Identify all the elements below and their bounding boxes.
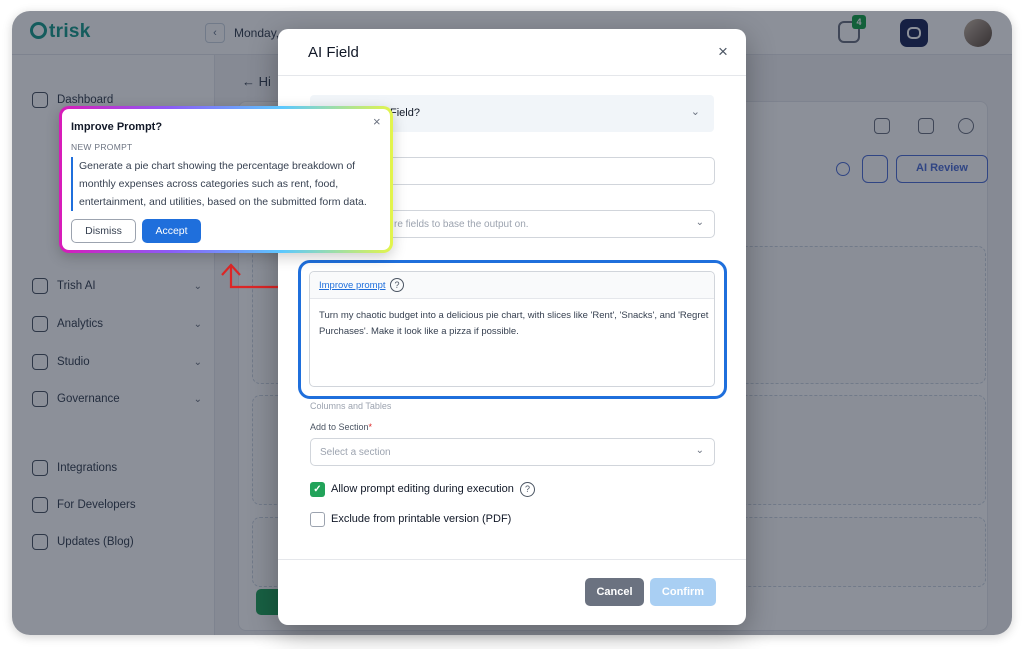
accept-button[interactable]: Accept <box>142 219 201 243</box>
section-placeholder: Select a section <box>320 447 391 458</box>
prompt-toolbar: Improve prompt ? <box>310 272 714 299</box>
help-icon[interactable]: ? <box>520 482 535 497</box>
required-marker: * <box>368 422 373 432</box>
columns-tables-label: Columns and Tables <box>310 401 392 411</box>
help-icon[interactable]: ? <box>390 278 404 292</box>
exclude-pdf-label: Exclude from printable version (PDF) <box>331 513 512 525</box>
allow-editing-checkbox[interactable]: ✓ <box>310 482 325 497</box>
section-label: Add to Section* <box>310 422 373 432</box>
section-select[interactable]: Select a section ⌄ <box>310 438 715 466</box>
improve-prompt-link[interactable]: Improve prompt <box>319 280 386 291</box>
source-fields-placeholder: re fields to base the output on. <box>394 219 529 230</box>
popover-title: Improve Prompt? <box>71 121 163 133</box>
prompt-editor[interactable]: Improve prompt ? Turn my chaotic budget … <box>309 271 715 387</box>
chevron-down-icon: ⌄ <box>695 217 704 228</box>
allow-editing-label: Allow prompt editing during execution <box>331 483 514 495</box>
modal-footer-divider <box>278 559 746 560</box>
improve-prompt-popover: Improve Prompt? × NEW PROMPT Generate a … <box>59 106 393 253</box>
exclude-pdf-checkbox[interactable] <box>310 512 325 527</box>
accordion-label: Field? <box>390 107 420 119</box>
modal-header: AI Field × <box>278 29 746 76</box>
chevron-down-icon: ⌄ <box>695 445 704 456</box>
dismiss-button[interactable]: Dismiss <box>71 219 136 243</box>
cancel-button[interactable]: Cancel <box>585 578 644 606</box>
close-icon[interactable]: × <box>373 114 381 129</box>
confirm-button[interactable]: Confirm <box>650 578 716 606</box>
chevron-down-icon: ⌄ <box>690 106 700 118</box>
prompt-textarea[interactable]: Turn my chaotic budget into a delicious … <box>319 308 709 339</box>
modal-title: AI Field <box>308 44 359 61</box>
close-icon[interactable]: × <box>718 42 728 62</box>
popover-subtitle: NEW PROMPT <box>71 142 133 152</box>
suggested-prompt-text: Generate a pie chart showing the percent… <box>71 157 384 211</box>
